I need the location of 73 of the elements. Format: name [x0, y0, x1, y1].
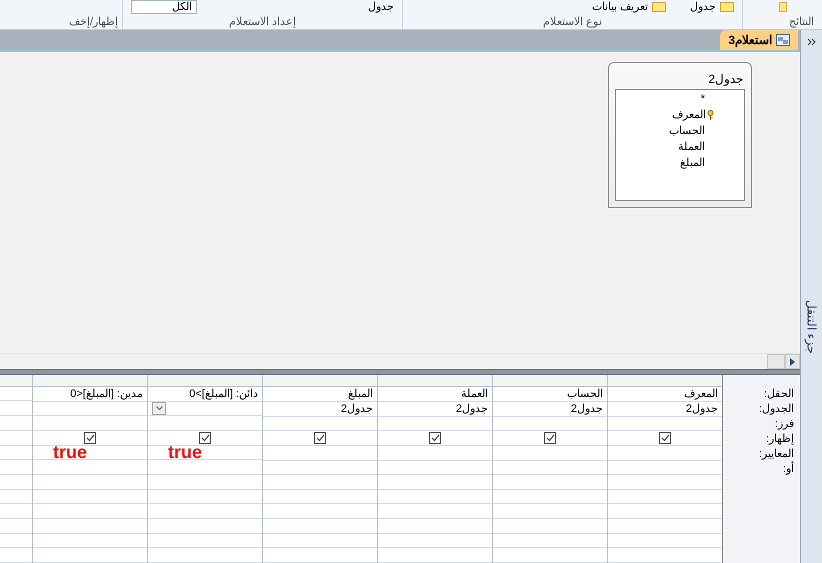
- table-title: جدول2: [707, 71, 744, 88]
- show-checkbox[interactable]: [659, 432, 671, 444]
- checkmark-icon: [430, 434, 440, 442]
- grid-cell[interactable]: [608, 431, 722, 446]
- row-label: إظهار:: [764, 432, 794, 447]
- row-label: المعايير:: [758, 447, 794, 461]
- row-label: الجدول:: [758, 402, 794, 417]
- checkmark-icon: [200, 434, 210, 442]
- column-selector[interactable]: [148, 375, 262, 387]
- ribbon-button[interactable]: جدول: [368, 0, 394, 14]
- checkmark-icon: [660, 434, 670, 442]
- column-selector[interactable]: [33, 375, 147, 387]
- right-arrow-icon: [790, 358, 795, 366]
- group-label: النتائج: [788, 15, 815, 29]
- scroll-right-button[interactable]: [785, 354, 800, 369]
- column-selector[interactable]: [0, 375, 32, 387]
- grid-cell[interactable]: جدول2: [608, 402, 722, 417]
- table-icon: [720, 2, 734, 12]
- return-field[interactable]: الكل: [131, 0, 197, 14]
- grid-cell[interactable]: العملة: [378, 386, 492, 402]
- group-label: إعداد الاستعلام: [228, 15, 298, 29]
- grid-cell[interactable]: [148, 431, 262, 446]
- show-checkbox[interactable]: [314, 432, 326, 444]
- group-label: نوع الاستعلام: [542, 15, 604, 29]
- grid-cell[interactable]: [148, 402, 262, 416]
- ribbon-button[interactable]: تعريف بيانات: [592, 0, 666, 14]
- chevron-down-icon: [156, 406, 162, 410]
- show-checkbox[interactable]: [429, 432, 441, 444]
- ribbon-button[interactable]: جدول: [690, 0, 734, 14]
- expand-icon[interactable]: [807, 38, 816, 46]
- grid-cell[interactable]: المعرف: [608, 386, 722, 402]
- grid-cell[interactable]: [493, 431, 607, 446]
- grid-cell[interactable]: المبلغ: [263, 386, 377, 402]
- table-field-list[interactable]: جدول2 * المعرف الحساب العملة المبلغ: [608, 62, 752, 208]
- grid-cell[interactable]: الحساب: [493, 386, 607, 402]
- document-tab[interactable]: استعلام3: [720, 30, 798, 50]
- grid-cell[interactable]: [263, 431, 377, 446]
- table-icon: [778, 2, 786, 12]
- row-label: أو:: [782, 462, 794, 477]
- dropdown-button[interactable]: [152, 402, 166, 415]
- navigation-pane[interactable]: جزء التنقل: [800, 30, 822, 563]
- checkmark-icon: [546, 434, 554, 442]
- grid-cell[interactable]: دائن: [المبلغ]>0: [148, 386, 262, 402]
- group-label: إظهار/إخف: [68, 15, 119, 29]
- navigation-pane-label: جزء التنقل: [804, 300, 820, 354]
- grid-cell[interactable]: true: [148, 446, 262, 460]
- grid-cell[interactable]: [378, 431, 492, 446]
- field-item[interactable]: المبلغ: [616, 155, 714, 171]
- grid-cell[interactable]: جدول2: [493, 402, 607, 417]
- key-icon: [707, 110, 714, 120]
- show-checkbox[interactable]: [84, 432, 96, 444]
- grid-cell[interactable]: true: [33, 446, 147, 460]
- column-selector[interactable]: [608, 375, 722, 387]
- checkmark-icon: [316, 434, 324, 442]
- query-icon: [776, 34, 790, 46]
- column-selector[interactable]: [493, 375, 607, 387]
- scroll-thumb[interactable]: [767, 354, 785, 369]
- grid-cell[interactable]: جدول2: [378, 402, 492, 417]
- field-item[interactable]: *: [616, 91, 714, 107]
- field-item[interactable]: المعرف: [616, 107, 714, 123]
- show-checkbox[interactable]: [199, 432, 211, 444]
- show-checkbox[interactable]: [544, 432, 556, 444]
- row-label: الحقل:: [762, 387, 794, 402]
- table-icon: [652, 2, 666, 12]
- field-item[interactable]: الحساب: [616, 123, 714, 139]
- grid-cell[interactable]: مدين: [المبلغ]<0: [33, 386, 147, 402]
- row-label: فرز:: [774, 417, 794, 432]
- checkmark-icon: [86, 434, 94, 442]
- column-selector[interactable]: [378, 375, 492, 387]
- column-selector[interactable]: [263, 375, 377, 387]
- field-item[interactable]: العملة: [616, 139, 714, 155]
- grid-cell[interactable]: جدول2: [263, 402, 377, 417]
- grid-cell[interactable]: [33, 431, 147, 446]
